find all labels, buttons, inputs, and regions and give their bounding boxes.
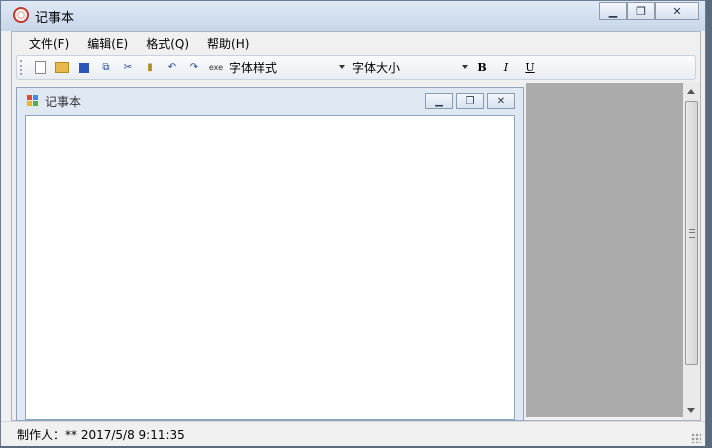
child-window-controls: ▁ ❐ ✕ — [422, 93, 515, 109]
save-icon[interactable] — [76, 60, 92, 76]
child-document-window: 记事本 ▁ ❐ ✕ — [16, 87, 524, 421]
find-icon[interactable]: exe — [208, 60, 224, 76]
italic-button[interactable]: I — [496, 59, 516, 77]
child-minimize-button[interactable]: ▁ — [425, 93, 453, 109]
child-title-bar[interactable]: 记事本 ▁ ❐ ✕ — [17, 88, 523, 114]
toolbar: ⧉ ✂ ▮ ↶ ↷ exe 字体样式 字体大小 B I U — [16, 55, 696, 80]
maximize-button[interactable]: ❐ — [627, 2, 655, 20]
mdi-window-icon — [27, 95, 39, 107]
chevron-down-icon — [339, 64, 345, 69]
menu-format[interactable]: 格式(Q) — [137, 35, 198, 52]
font-size-combo[interactable]: 字体大小 — [350, 58, 470, 78]
status-text: 制作人：** 2017/5/8 9:11:35 — [17, 428, 185, 442]
notepad-main-window: 记事本 ▁ ❐ ✕ 文件(F) 编辑(E) 格式(Q) 帮助(H) ⧉ ✂ ▮ … — [0, 0, 706, 446]
text-editor-area[interactable] — [25, 115, 515, 420]
child-restore-button[interactable]: ❐ — [456, 93, 484, 109]
underline-button[interactable]: U — [520, 59, 540, 77]
maximize-icon: ❐ — [636, 4, 646, 18]
scroll-thumb[interactable] — [685, 101, 698, 365]
minimize-icon: ▁ — [435, 95, 443, 107]
app-logo-icon — [13, 7, 29, 23]
menu-file[interactable]: 文件(F) — [20, 35, 78, 52]
paste-icon[interactable]: ▮ — [142, 60, 158, 76]
child-window-title: 记事本 — [45, 95, 82, 109]
vertical-scrollbar[interactable] — [683, 82, 700, 420]
scroll-down-icon[interactable] — [687, 408, 695, 413]
chevron-down-icon — [462, 64, 468, 69]
font-style-combo-value: 字体样式 — [229, 61, 278, 75]
grip-icon — [689, 229, 695, 238]
new-file-icon[interactable] — [32, 60, 48, 76]
close-button[interactable]: ✕ — [655, 2, 699, 20]
font-style-combo[interactable]: 字体样式 — [227, 58, 347, 78]
mdi-client-area — [526, 83, 700, 417]
window-controls: ▁ ❐ ✕ — [599, 2, 699, 21]
menu-bar: 文件(F) 编辑(E) 格式(Q) 帮助(H) — [12, 32, 700, 54]
font-size-combo-value: 字体大小 — [352, 61, 401, 75]
bold-button[interactable]: B — [472, 59, 492, 77]
resize-grip-icon[interactable] — [691, 433, 701, 443]
status-bar: 制作人：** 2017/5/8 9:11:35 — [1, 421, 705, 446]
minimize-icon: ▁ — [608, 4, 618, 18]
undo-icon[interactable]: ↶ — [164, 60, 180, 76]
open-folder-icon[interactable] — [54, 60, 70, 76]
toolbar-grip[interactable] — [20, 60, 25, 75]
redo-icon[interactable]: ↷ — [186, 60, 202, 76]
child-close-button[interactable]: ✕ — [487, 93, 515, 109]
menu-help[interactable]: 帮助(H) — [198, 35, 258, 52]
minimize-button[interactable]: ▁ — [599, 2, 627, 20]
menu-edit[interactable]: 编辑(E) — [78, 35, 137, 52]
close-icon: ✕ — [672, 4, 682, 18]
title-bar[interactable]: 记事本 ▁ ❐ ✕ — [1, 1, 705, 31]
scroll-up-icon[interactable] — [687, 89, 695, 94]
cut-icon[interactable]: ✂ — [120, 60, 136, 76]
copy-icon[interactable]: ⧉ — [98, 60, 114, 76]
close-icon: ✕ — [496, 95, 506, 107]
restore-icon: ❐ — [465, 95, 475, 107]
window-title: 记事本 — [35, 11, 75, 26]
